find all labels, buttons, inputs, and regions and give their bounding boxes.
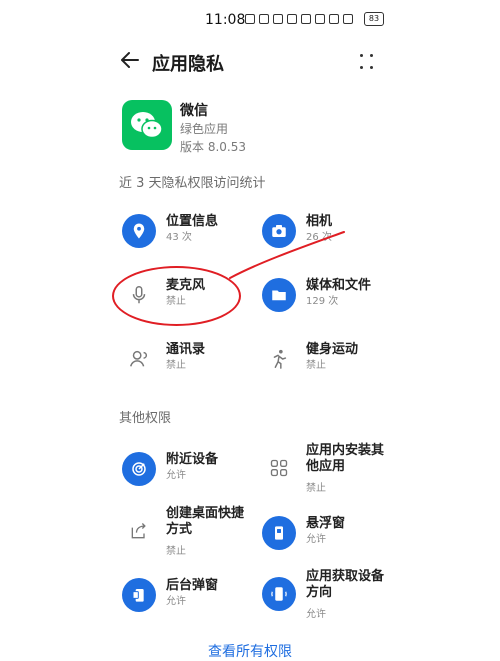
- permission-device-orientation[interactable]: 应用获取设备方向 允许: [262, 569, 402, 620]
- permission-floating-window[interactable]: 悬浮窗 允许: [262, 512, 402, 556]
- permission-camera[interactable]: 相机 26 次: [262, 210, 402, 254]
- permission-label: 相机: [306, 214, 333, 229]
- permission-label: 媒体和文件: [306, 278, 372, 293]
- permission-value: 允许: [306, 534, 326, 545]
- app-header: 应用隐私: [0, 48, 500, 78]
- app-category: 绿色应用: [180, 122, 229, 136]
- share-shortcut-icon: [122, 514, 156, 548]
- page-title: 应用隐私: [152, 54, 224, 75]
- permission-install-apps[interactable]: 应用内安装其他应用 禁止: [262, 443, 402, 494]
- permission-label: 后台弹窗: [166, 578, 219, 593]
- permission-value: 允许: [306, 609, 326, 620]
- floating-window-icon: [262, 516, 296, 550]
- permission-label: 悬浮窗: [306, 516, 346, 531]
- app-card: 微信 绿色应用 版本 8.0.53: [122, 100, 382, 160]
- wifi-icon: [315, 14, 325, 24]
- contacts-icon: [122, 342, 156, 376]
- folder-icon: [262, 278, 296, 312]
- location-icon: [122, 214, 156, 248]
- status-icons: [245, 14, 353, 24]
- other-permissions-title: 其他权限: [119, 411, 172, 426]
- battery-icon: 83: [364, 12, 384, 26]
- back-arrow-icon: [121, 52, 139, 68]
- permission-label: 健身运动: [306, 342, 359, 357]
- apps-grid-icon: [262, 451, 296, 485]
- permission-value: 禁止: [306, 483, 326, 494]
- background-popup-icon: [122, 578, 156, 612]
- permission-count: 禁止: [306, 360, 326, 371]
- bluetooth-icon: [301, 14, 311, 24]
- permission-value: 允许: [166, 596, 186, 607]
- device-orientation-icon: [262, 577, 296, 611]
- permission-count: 129 次: [306, 296, 339, 307]
- permission-location[interactable]: 位置信息 43 次: [122, 210, 262, 254]
- permission-label: 附近设备: [166, 452, 219, 467]
- annotation-circle: [112, 266, 241, 326]
- eye-icon: [245, 14, 255, 24]
- running-icon: [262, 342, 296, 376]
- signal-icon: [329, 14, 339, 24]
- permission-label: 位置信息: [166, 214, 219, 229]
- more-options-button[interactable]: [360, 52, 380, 72]
- permission-label: 应用内安装其他应用: [306, 443, 385, 474]
- app-version: 版本 8.0.53: [180, 140, 246, 154]
- status-time: 11:08: [205, 12, 246, 28]
- nearby-devices-icon: [122, 452, 156, 486]
- permission-create-shortcut[interactable]: 创建桌面快捷方式 禁止: [122, 506, 262, 557]
- mute-icon: [287, 14, 297, 24]
- permission-contacts[interactable]: 通讯录 禁止: [122, 338, 262, 382]
- signal-icon-2: [343, 14, 353, 24]
- view-all-permissions-link[interactable]: 查看所有权限: [0, 641, 500, 661]
- back-button[interactable]: [118, 48, 142, 72]
- annotation-arrow-overlay: [229, 231, 345, 279]
- notification-icon: [259, 14, 269, 24]
- permission-label: 创建桌面快捷方式: [166, 506, 245, 537]
- permission-count: 43 次: [166, 232, 192, 243]
- permission-label: 通讯录: [166, 342, 206, 357]
- nfc-icon: [273, 14, 283, 24]
- permission-media-files[interactable]: 媒体和文件 129 次: [262, 274, 402, 318]
- permission-value: 允许: [166, 470, 186, 481]
- wechat-app-icon: [122, 100, 172, 150]
- permission-nearby-devices[interactable]: 附近设备 允许: [122, 448, 262, 492]
- permission-background-popup[interactable]: 后台弹窗 允许: [122, 574, 262, 618]
- permission-count: 禁止: [166, 360, 186, 371]
- permission-label: 应用获取设备方向: [306, 569, 385, 600]
- recent-permissions-title: 近 3 天隐私权限访问统计: [119, 176, 266, 191]
- camera-icon: [262, 214, 296, 248]
- permission-fitness[interactable]: 健身运动 禁止: [262, 338, 402, 382]
- permission-value: 禁止: [166, 546, 186, 557]
- permission-count: 26 次: [306, 232, 332, 243]
- app-name: 微信: [180, 103, 208, 119]
